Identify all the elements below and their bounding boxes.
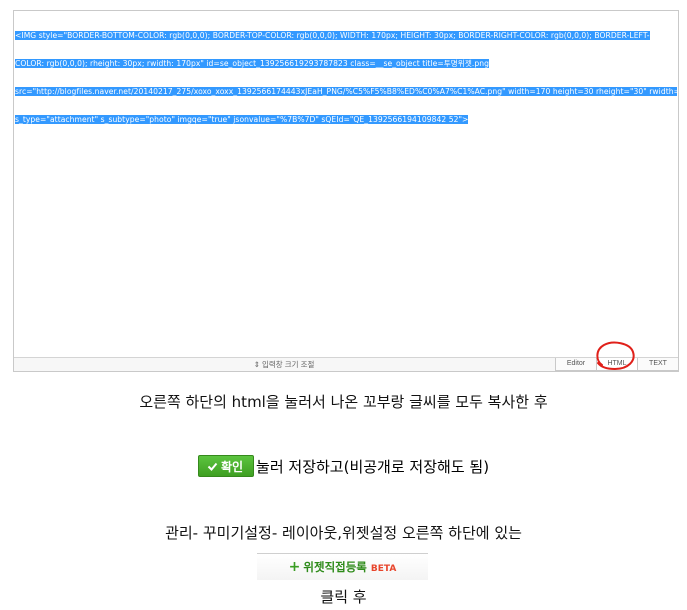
widget-register-button[interactable]: + 위젯직접등록 BETA <box>257 553 428 580</box>
editor-bottom-bar: ⇕ 입력창 크기 조절 Editor HTML TEXT <box>14 357 679 371</box>
instruction-step-2: 확인 눌러 저장하고(비공개로 저장해도 됨) <box>0 455 687 477</box>
code-line-1: <IMG style="BORDER-BOTTOM-COLOR: rgb(0,0… <box>15 30 650 40</box>
code-line-3: src="http://blogfiles.naver.net/20140217… <box>15 87 677 97</box>
instruction-step-1: 오른쪽 하단의 html을 눌러서 나온 꼬부랑 글씨를 모두 복사한 후 <box>139 393 548 411</box>
confirm-button[interactable]: 확인 <box>197 455 255 477</box>
code-textarea[interactable]: <IMG style="BORDER-BOTTOM-COLOR: rgb(0,0… <box>15 12 677 357</box>
instruction-step-2-text: 눌러 저장하고(비공개로 저장해도 됨) <box>256 457 490 476</box>
beta-badge: BETA <box>370 564 397 574</box>
confirm-button-label: 확인 <box>220 460 244 474</box>
code-line-2: COLOR: rgb(0,0,0); rheight: 30px; rwidth… <box>15 59 489 69</box>
annotation-circle <box>596 341 635 371</box>
plus-icon: + <box>288 559 301 575</box>
code-line-4: s_type="attachment" s_subtype="photo" im… <box>15 115 469 125</box>
html-editor: <IMG style="BORDER-BOTTOM-COLOR: rgb(0,0… <box>13 10 679 372</box>
tab-text[interactable]: TEXT <box>637 358 679 371</box>
tab-editor[interactable]: Editor <box>555 358 597 371</box>
instruction-step-3: 관리- 꾸미기설정- 레이아웃,위젯설정 오른쪽 하단에 있는 <box>165 524 522 542</box>
instruction-step-4: 클릭 후 <box>320 588 367 606</box>
resize-handle[interactable]: ⇕ 입력창 크기 조절 <box>14 358 554 371</box>
check-icon <box>207 462 218 471</box>
widget-register-label: 위젯직접등록 <box>303 560 367 574</box>
